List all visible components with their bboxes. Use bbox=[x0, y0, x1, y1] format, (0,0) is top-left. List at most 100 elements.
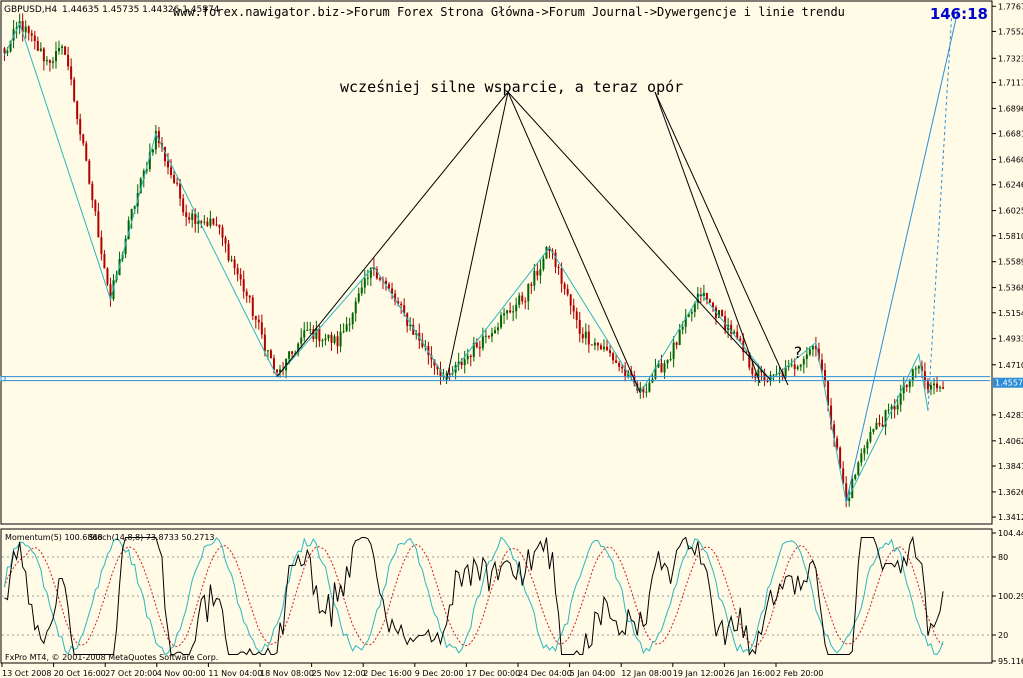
candle-body bbox=[621, 366, 624, 369]
candle-body bbox=[342, 331, 345, 333]
candle-body bbox=[357, 293, 360, 302]
candle-body bbox=[224, 237, 227, 244]
candle-body bbox=[6, 51, 9, 54]
price-tick-label: 1.64605 bbox=[998, 156, 1023, 165]
time-tick-label: 18 Nov 08:00 bbox=[260, 669, 314, 678]
candle-body bbox=[242, 279, 245, 292]
time-tick-label: 19 Jan 12:00 bbox=[673, 669, 724, 678]
candle-body bbox=[48, 59, 51, 63]
candle-body bbox=[708, 299, 711, 303]
candle-body bbox=[24, 26, 27, 33]
candle-body bbox=[212, 218, 215, 225]
price-tick-label: 1.49330 bbox=[998, 335, 1023, 344]
candle-body bbox=[487, 335, 490, 337]
candle-body bbox=[251, 297, 254, 317]
time-tick-label: 9 Dec 20:00 bbox=[415, 669, 464, 678]
candle-body bbox=[754, 374, 757, 379]
candle-body bbox=[612, 353, 615, 361]
candle-body bbox=[45, 59, 48, 62]
price-tick-label: 1.53685 bbox=[998, 284, 1023, 293]
candle-body bbox=[926, 381, 929, 390]
candle-body bbox=[557, 266, 560, 269]
candle-body bbox=[151, 149, 154, 153]
candle-body bbox=[527, 284, 530, 302]
chart-window[interactable]: 1.77670 1.75525 1.73235 1.71170 1.68960 1.668… bbox=[0, 0, 1023, 678]
copyright-label: FxPro MT4, © 2001-2008 MetaQuotes Softwa… bbox=[5, 653, 218, 662]
time-tick-label: 4 Nov 00:00 bbox=[157, 669, 206, 678]
candle-body bbox=[554, 252, 557, 267]
time-tick-label: 2 Dec 16:00 bbox=[363, 669, 412, 678]
candle-body bbox=[942, 387, 945, 389]
candle-body bbox=[64, 46, 67, 55]
candle-body bbox=[266, 350, 269, 352]
candle-body bbox=[330, 334, 333, 343]
candle-body bbox=[500, 315, 503, 328]
candle-body bbox=[61, 46, 64, 49]
price-tick-label: 1.58105 bbox=[998, 232, 1023, 241]
candle-body bbox=[466, 355, 469, 360]
indicator-tick-label: 100.2988 bbox=[998, 592, 1023, 601]
candle-body bbox=[805, 354, 808, 360]
price-tick-label: 1.71170 bbox=[998, 79, 1023, 88]
candle-body bbox=[772, 374, 775, 376]
candle-body bbox=[939, 387, 942, 389]
price-tick-label: 1.75525 bbox=[998, 27, 1023, 36]
candle-body bbox=[288, 351, 291, 359]
candle-body bbox=[233, 259, 236, 269]
candle-body bbox=[609, 350, 612, 354]
price-tick-label: 1.40620 bbox=[998, 437, 1023, 446]
price-tick-label: 1.42830 bbox=[998, 411, 1023, 420]
time-tick-label: 26 Jan 16:00 bbox=[724, 669, 775, 678]
candle-body bbox=[106, 268, 109, 285]
candle-body bbox=[388, 284, 391, 289]
annotation-text: wcześniej silne wsparcie, a teraz opór bbox=[340, 78, 683, 96]
candle-body bbox=[823, 370, 826, 381]
candle-body bbox=[33, 35, 36, 42]
price-tick-label: 1.55895 bbox=[998, 258, 1023, 267]
candle-body bbox=[179, 183, 182, 199]
candle-body bbox=[94, 200, 97, 212]
candle-body bbox=[97, 211, 100, 238]
candle-body bbox=[648, 382, 651, 392]
candle-body bbox=[185, 212, 188, 218]
candle-body bbox=[836, 438, 839, 448]
candle-body bbox=[802, 359, 805, 365]
candle-body bbox=[173, 175, 176, 183]
candle-body bbox=[587, 331, 590, 345]
candle-body bbox=[42, 48, 45, 62]
candle-body bbox=[593, 342, 596, 346]
candle-body bbox=[269, 350, 272, 359]
candle-body bbox=[530, 284, 533, 286]
candle-body bbox=[257, 319, 260, 323]
chart-canvas[interactable]: 1.77670 1.75525 1.73235 1.71170 1.68960 1.668… bbox=[0, 0, 1023, 678]
candle-body bbox=[82, 134, 85, 144]
candle-body bbox=[751, 367, 754, 375]
candle-body bbox=[572, 305, 575, 312]
price-tick-label: 1.62460 bbox=[998, 181, 1023, 190]
candle-body bbox=[497, 327, 500, 331]
candle-body bbox=[318, 328, 321, 342]
candle-body bbox=[521, 295, 524, 302]
price-tick-label: 1.38475 bbox=[998, 462, 1023, 471]
candle-body bbox=[448, 373, 451, 375]
candle-body bbox=[76, 101, 79, 120]
candle-body bbox=[929, 385, 932, 390]
candle-body bbox=[51, 61, 54, 63]
candle-body bbox=[360, 287, 363, 294]
candle-body bbox=[484, 335, 487, 337]
candle-body bbox=[354, 301, 357, 314]
candle-body bbox=[227, 243, 230, 261]
candle-body bbox=[578, 319, 581, 335]
indicator-tick-label: 104.448 bbox=[998, 529, 1023, 538]
candle-body bbox=[103, 253, 106, 269]
candle-body bbox=[275, 369, 278, 373]
candle-body bbox=[400, 303, 403, 306]
candle-body bbox=[463, 359, 466, 366]
candle-body bbox=[321, 340, 324, 342]
time-tick-label: 13 Oct 2008 bbox=[2, 669, 51, 678]
candle-body bbox=[67, 54, 70, 67]
candle-body bbox=[878, 422, 881, 425]
candle-body bbox=[602, 346, 605, 350]
current-price-label: 1.45574 bbox=[995, 379, 1023, 388]
candle-body bbox=[203, 221, 206, 223]
